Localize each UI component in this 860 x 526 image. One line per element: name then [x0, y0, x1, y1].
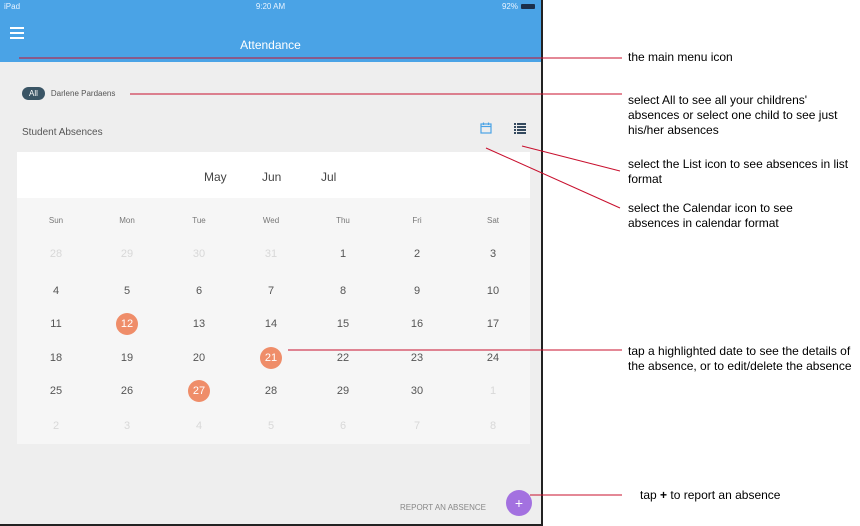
- calendar-day[interactable]: 7: [397, 420, 437, 432]
- calendar-day[interactable]: 20: [179, 352, 219, 364]
- calendar-day-absence[interactable]: 12: [107, 313, 147, 335]
- calendar-day[interactable]: 31: [251, 248, 291, 260]
- calendar-day[interactable]: 6: [323, 420, 363, 432]
- calendar-day[interactable]: 22: [323, 352, 363, 364]
- calendar-day[interactable]: 2: [397, 248, 437, 260]
- calendar-day[interactable]: 29: [323, 385, 363, 397]
- annotation-report-suffix: to report an absence: [670, 488, 781, 502]
- calendar-day[interactable]: 4: [179, 420, 219, 432]
- filter-all-chip[interactable]: All: [22, 87, 45, 100]
- filter-child-chip[interactable]: Darlene Pardaens: [51, 89, 115, 98]
- status-bar: iPad 9:20 AM 92%: [0, 0, 541, 14]
- weekday-label: Fri: [412, 216, 422, 225]
- section-title: Student Absences: [22, 127, 103, 138]
- annotation-calendar-icon: select the Calendar icon to see absences…: [628, 201, 793, 230]
- calendar-day[interactable]: 28: [36, 248, 76, 260]
- annotation-report: tap + to report an absence: [640, 488, 855, 503]
- calendar-day[interactable]: 23: [397, 352, 437, 364]
- calendar-day[interactable]: 28: [251, 385, 291, 397]
- plus-icon: +: [660, 488, 668, 502]
- calendar-day[interactable]: 10: [473, 285, 513, 297]
- calendar-day-absence[interactable]: 21: [251, 347, 291, 369]
- weekday-label: Mon: [119, 216, 135, 225]
- calendar-day[interactable]: 1: [323, 248, 363, 260]
- calendar-day[interactable]: 14: [251, 318, 291, 330]
- calendar-day[interactable]: 17: [473, 318, 513, 330]
- calendar-day[interactable]: 3: [473, 248, 513, 260]
- calendar-day-absence[interactable]: 27: [179, 380, 219, 402]
- add-absence-button[interactable]: +: [506, 490, 532, 516]
- status-time: 9:20 AM: [255, 2, 286, 11]
- weekday-label: Tue: [192, 216, 206, 225]
- calendar-day[interactable]: 16: [397, 318, 437, 330]
- calendar-day[interactable]: 2: [36, 420, 76, 432]
- calendar-day[interactable]: 5: [251, 420, 291, 432]
- weekday-label: Thu: [336, 216, 350, 225]
- calendar-day[interactable]: 30: [179, 248, 219, 260]
- calendar-day[interactable]: 26: [107, 385, 147, 397]
- calendar-day[interactable]: 30: [397, 385, 437, 397]
- battery-percent: 92%: [501, 2, 518, 11]
- month-may[interactable]: May: [204, 170, 227, 184]
- calendar-day[interactable]: 13: [179, 318, 219, 330]
- calendar-day[interactable]: 9: [397, 285, 437, 297]
- calendar-day[interactable]: 8: [473, 420, 513, 432]
- calendar-day[interactable]: 1: [473, 385, 513, 397]
- calendar-day[interactable]: 8: [323, 285, 363, 297]
- month-jul[interactable]: Jul: [321, 170, 336, 184]
- child-filter: All Darlene Pardaens: [22, 87, 115, 100]
- calendar-day[interactable]: 7: [251, 285, 291, 297]
- calendar-day[interactable]: 4: [36, 285, 76, 297]
- calendar-day[interactable]: 19: [107, 352, 147, 364]
- report-absence-label[interactable]: REPORT AN ABSENCE: [400, 503, 486, 512]
- weekday-label: Sat: [486, 216, 499, 225]
- battery-status: 92%: [502, 2, 535, 11]
- nav-bar: Attendance: [0, 14, 541, 62]
- weekday-label: Sun: [48, 216, 64, 225]
- annotation-select-all: select All to see all your childrens' ab…: [628, 93, 838, 137]
- calendar-day[interactable]: 25: [36, 385, 76, 397]
- calendar-day[interactable]: 3: [107, 420, 147, 432]
- list-icon[interactable]: [514, 123, 526, 134]
- calendar-day[interactable]: 15: [323, 318, 363, 330]
- weekday-label: Wed: [262, 216, 280, 225]
- page-title: Attendance: [240, 38, 301, 52]
- calendar-day[interactable]: 18: [36, 352, 76, 364]
- battery-icon: [521, 4, 535, 9]
- annotation-menu: the main menu icon: [628, 50, 733, 64]
- calendar-day[interactable]: 29: [107, 248, 147, 260]
- calendar-day[interactable]: 6: [179, 285, 219, 297]
- month-strip: May Jun Jul: [17, 152, 530, 198]
- ipad-screen: iPad 9:20 AM 92% Attendance All Darlene …: [0, 0, 543, 526]
- annotation-highlighted-date: tap a highlighted date to see the detail…: [628, 344, 852, 373]
- calendar-day[interactable]: 24: [473, 352, 513, 364]
- calendar-view: May Jun Jul Sun Mon Tue Wed Thu Fri Sat 28 29 30…: [17, 152, 530, 444]
- month-jun[interactable]: Jun: [262, 170, 281, 184]
- calendar-day[interactable]: 11: [36, 318, 76, 330]
- annotation-report-prefix: tap: [640, 488, 657, 502]
- calendar-day[interactable]: 5: [107, 285, 147, 297]
- annotation-list-icon: select the List icon to see absences in …: [628, 157, 849, 186]
- calendar-icon[interactable]: [480, 122, 492, 134]
